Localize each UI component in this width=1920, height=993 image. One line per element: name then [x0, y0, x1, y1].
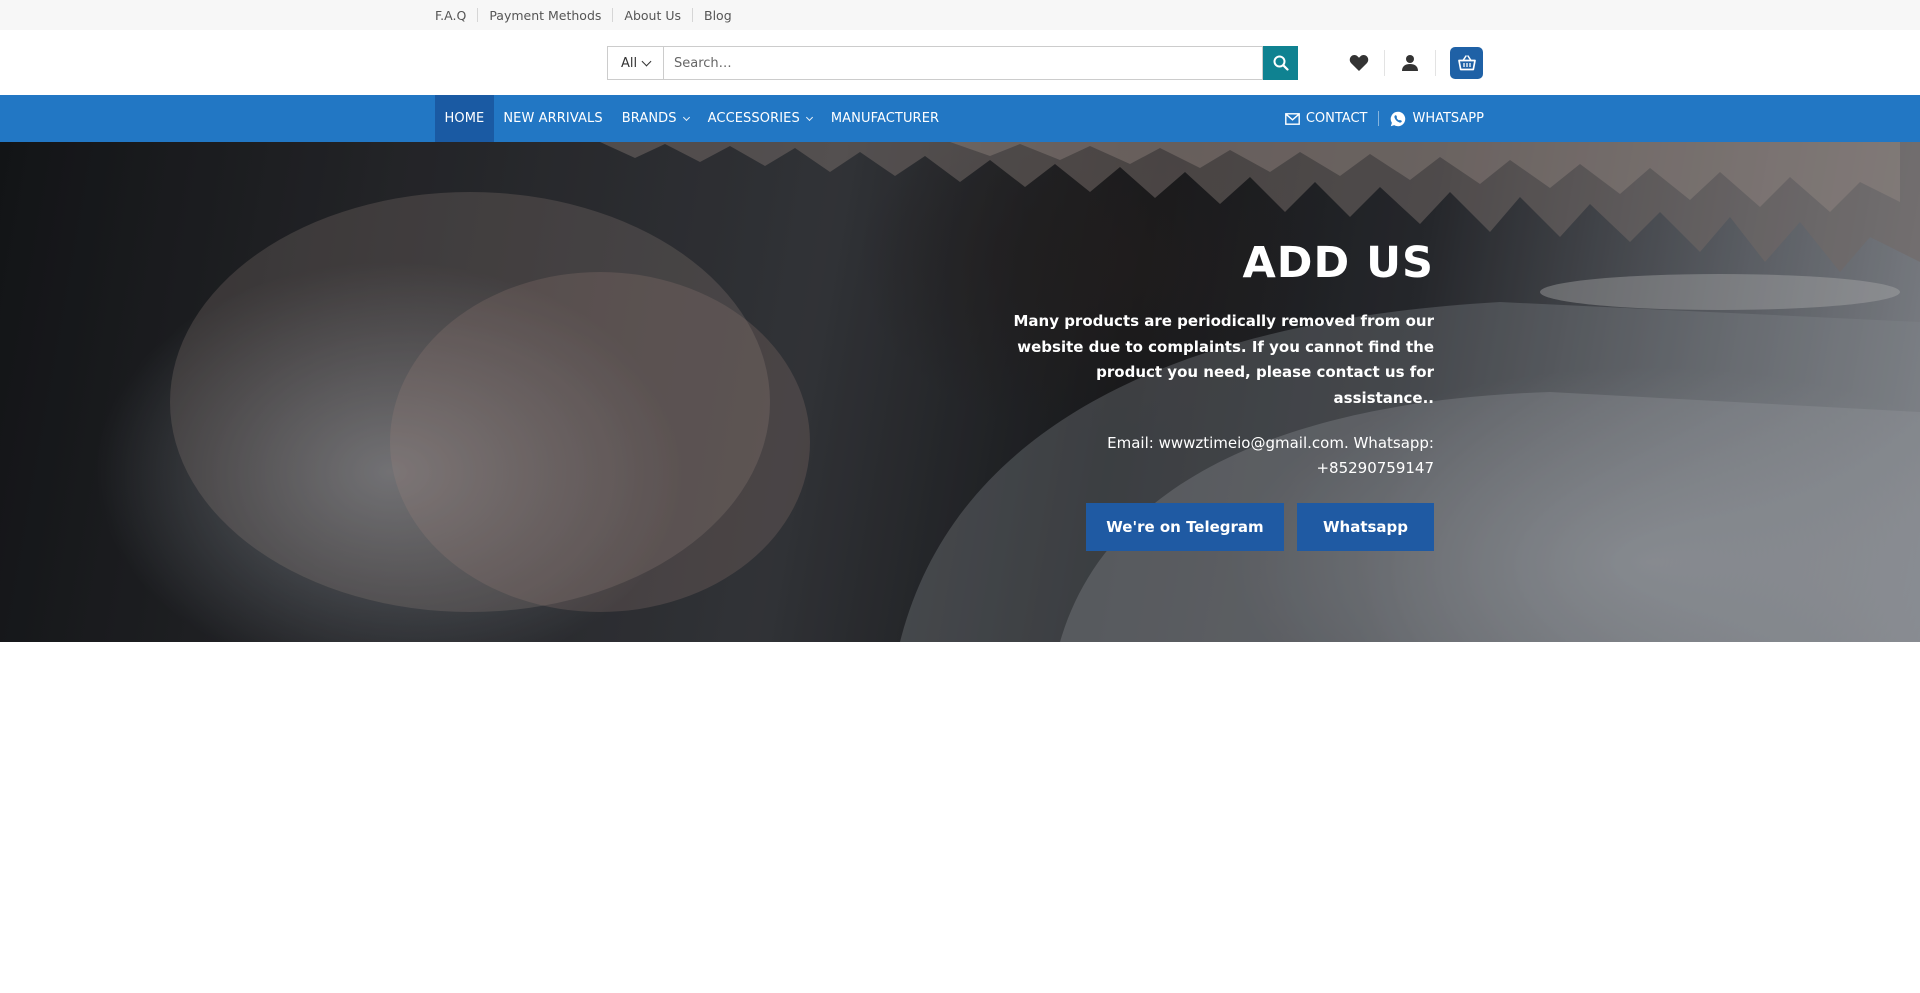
- chevron-down-icon: [641, 56, 652, 66]
- nav-item-label: ACCESSORIES: [707, 111, 800, 126]
- search-icon: [1273, 55, 1289, 71]
- nav-item-new-arrivals[interactable]: NEW ARRIVALS: [494, 95, 612, 142]
- category-select-value: All: [620, 55, 638, 71]
- divider: [692, 8, 693, 22]
- nav-item-label: NEW ARRIVALS: [503, 111, 603, 126]
- whatsapp-link-label: WHATSAPP: [1412, 111, 1484, 126]
- nav-menu: HOME NEW ARRIVALS BRANDS ACCESSORIES MAN…: [435, 95, 949, 142]
- top-links: F.A.Q Payment Methods About Us Blog: [435, 0, 732, 30]
- account-button[interactable]: [1391, 46, 1429, 80]
- search-bar: All: [607, 46, 1298, 80]
- hero-background-image: [0, 142, 1920, 642]
- nav-item-label: MANUFACTURER: [830, 111, 940, 126]
- top-bar: F.A.Q Payment Methods About Us Blog: [0, 0, 1920, 30]
- heart-icon: [1349, 55, 1369, 71]
- about-us-link[interactable]: About Us: [624, 8, 681, 23]
- contact-link-label: CONTACT: [1305, 111, 1368, 126]
- chevron-down-icon: [805, 113, 813, 121]
- cart-button[interactable]: [1450, 47, 1483, 79]
- header-actions: [1340, 46, 1483, 80]
- blog-link[interactable]: Blog: [704, 8, 732, 23]
- main-nav: HOME NEW ARRIVALS BRANDS ACCESSORIES MAN…: [0, 95, 1920, 142]
- nav-item-manufacturer[interactable]: MANUFACTURER: [821, 95, 948, 142]
- divider: [1378, 111, 1380, 126]
- nav-item-label: BRANDS: [621, 111, 677, 126]
- page: F.A.Q Payment Methods About Us Blog All: [0, 0, 1920, 993]
- user-icon: [1402, 55, 1418, 71]
- search-button[interactable]: [1263, 46, 1298, 80]
- search-input[interactable]: [663, 46, 1263, 80]
- hero-title: ADD US: [1242, 238, 1434, 288]
- category-select[interactable]: All: [607, 46, 663, 80]
- whatsapp-icon: [1391, 111, 1406, 126]
- nav-contact-links: CONTACT WHATSAPP: [1284, 95, 1484, 142]
- divider: [1435, 50, 1436, 76]
- nav-item-accessories[interactable]: ACCESSORIES: [698, 95, 821, 142]
- hero-contact-info: Email: wwwztimeio@gmail.com. Whatsapp: +…: [1107, 434, 1434, 477]
- header: All: [0, 30, 1920, 95]
- hero-content: ADD US Many products are periodically re…: [994, 242, 1434, 551]
- hero-description: Many products are periodically removed f…: [1013, 312, 1434, 407]
- payment-methods-link[interactable]: Payment Methods: [489, 8, 601, 23]
- contact-link[interactable]: CONTACT: [1284, 111, 1368, 126]
- hero-banner: ADD US Many products are periodically re…: [0, 142, 1920, 642]
- basket-icon: [1457, 55, 1476, 71]
- whatsapp-link[interactable]: WHATSAPP: [1390, 111, 1484, 127]
- faq-link[interactable]: F.A.Q: [435, 8, 466, 23]
- nav-item-label: HOME: [444, 111, 485, 126]
- hero-buttons: We're on Telegram Whatsapp: [994, 503, 1434, 551]
- divider: [1384, 50, 1385, 76]
- whatsapp-button[interactable]: Whatsapp: [1297, 503, 1434, 551]
- divider: [612, 8, 614, 22]
- telegram-button[interactable]: We're on Telegram: [1086, 503, 1284, 551]
- envelope-icon: [1284, 112, 1300, 125]
- wishlist-button[interactable]: [1340, 46, 1378, 80]
- nav-item-home[interactable]: HOME: [435, 95, 494, 142]
- nav-item-brands[interactable]: BRANDS: [612, 95, 698, 142]
- chevron-down-icon: [682, 113, 690, 121]
- divider: [477, 8, 479, 22]
